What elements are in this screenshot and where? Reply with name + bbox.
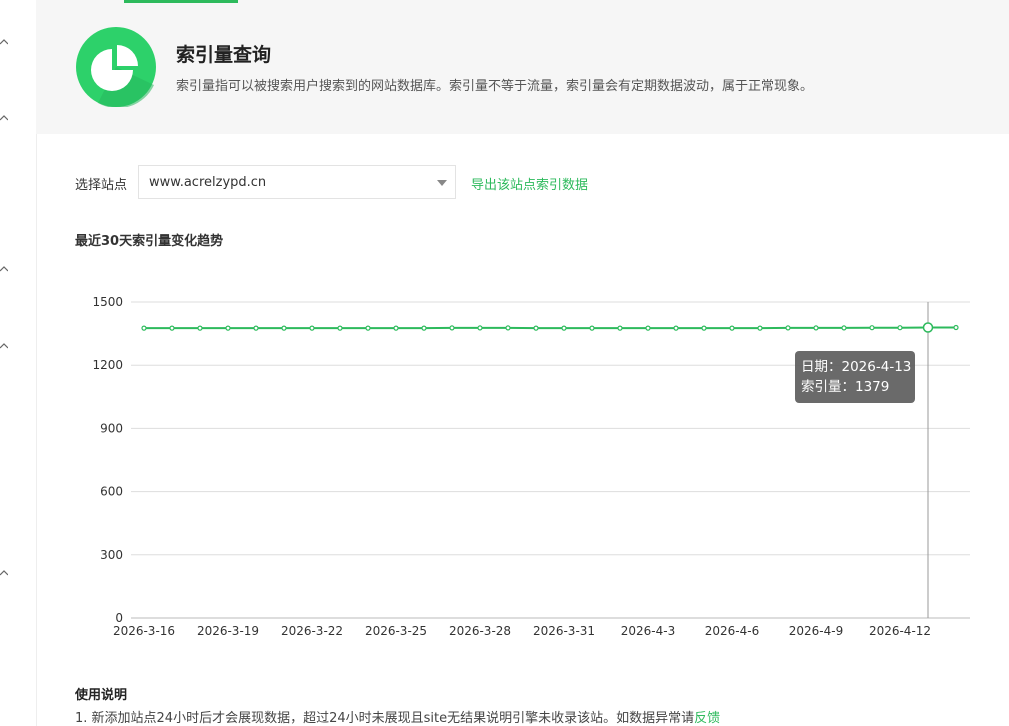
export-index-data-link[interactable]: 导出该站点索引数据 xyxy=(471,174,588,193)
usage-title: 使用说明 xyxy=(75,688,128,703)
data-point xyxy=(449,325,455,331)
data-point xyxy=(785,325,791,331)
chevron-up-icon[interactable] xyxy=(0,265,8,273)
y-tick-label: 300 xyxy=(100,548,123,562)
data-point xyxy=(253,325,259,331)
data-point xyxy=(953,324,959,331)
main-content: 索引量查询 索引量指可以被搜索用户搜索到的网站数据库。索引量不等于流量，索引量会… xyxy=(36,0,1009,726)
site-select[interactable]: www.acrelzypd.cn xyxy=(138,165,456,199)
data-point xyxy=(421,325,427,331)
y-tick-label: 900 xyxy=(100,421,123,435)
index-trend-chart: 0 300 600 900 1200 1500 2026-3-16 2026-3-19 2026… xyxy=(36,280,1009,650)
usage-note-1: 1. 新添加站点24小时后才会展现数据，超过24小时未展现且site无结果说明引… xyxy=(75,707,720,726)
data-point xyxy=(393,325,399,331)
x-tick-label: 2026-3-16 xyxy=(113,624,175,638)
data-point xyxy=(281,325,287,331)
chart-title: 最近30天索引量变化趋势 xyxy=(75,234,224,249)
data-point xyxy=(841,325,847,331)
left-sidebar xyxy=(0,0,37,726)
data-point xyxy=(617,325,623,331)
x-tick-label: 2026-3-19 xyxy=(197,624,259,638)
site-select-label: 选择站点 xyxy=(75,178,128,193)
chevron-up-icon[interactable] xyxy=(0,342,8,350)
x-tick-label: 2026-4-6 xyxy=(705,624,759,638)
tooltip-date: 日期：2026-4-13 xyxy=(801,359,912,375)
data-point xyxy=(673,325,679,331)
feedback-link[interactable]: 反馈 xyxy=(694,711,720,726)
data-point xyxy=(141,325,147,331)
data-point xyxy=(365,325,371,331)
x-tick-label: 2026-3-22 xyxy=(281,624,343,638)
dropdown-caret-icon xyxy=(437,180,447,186)
pie-chart-logo-icon xyxy=(76,27,156,109)
x-tick-label: 2026-4-3 xyxy=(621,624,675,638)
data-point xyxy=(701,325,707,331)
site-select-value: www.acrelzypd.cn xyxy=(149,175,267,190)
usage-note-1-text: 1. 新添加站点24小时后才会展现数据，超过24小时未展现且site无结果说明引… xyxy=(75,711,695,726)
chart-canvas[interactable]: 0 300 600 900 1200 1500 2026-3-16 2026-3-19 2026… xyxy=(36,280,1009,650)
y-tick-label: 0 xyxy=(115,611,123,625)
y-tick-label: 1200 xyxy=(92,358,123,372)
data-point xyxy=(645,325,651,331)
x-tick-label: 2026-3-31 xyxy=(533,624,595,638)
data-point xyxy=(169,325,175,331)
data-point xyxy=(729,325,735,331)
y-tick-label: 1500 xyxy=(92,295,123,309)
data-point xyxy=(225,325,231,331)
data-point xyxy=(897,325,903,331)
page-title: 索引量查询 xyxy=(176,44,272,66)
page-description: 索引量指可以被搜索用户搜索到的网站数据库。索引量不等于流量，索引量会有定期数据波… xyxy=(176,79,814,94)
data-point xyxy=(757,325,763,331)
data-point xyxy=(477,325,483,331)
data-point xyxy=(869,325,875,331)
data-point xyxy=(337,325,343,331)
data-point xyxy=(197,325,203,331)
chart-tooltip: 日期：2026-4-13 索引量：1379 xyxy=(795,351,915,403)
data-point xyxy=(505,325,511,331)
x-tick-label: 2026-4-12 xyxy=(869,624,931,638)
series-line xyxy=(144,326,956,330)
data-point xyxy=(589,325,595,331)
chevron-up-icon[interactable] xyxy=(0,38,8,46)
x-tick-label: 2026-4-9 xyxy=(789,624,843,638)
chevron-up-icon[interactable] xyxy=(0,569,8,577)
active-tab-indicator xyxy=(124,0,238,3)
page-header: 索引量查询 索引量指可以被搜索用户搜索到的网站数据库。索引量不等于流量，索引量会… xyxy=(36,0,1009,134)
data-point xyxy=(813,325,819,331)
data-point xyxy=(309,325,315,331)
tooltip-value: 索引量：1379 xyxy=(801,379,890,395)
data-point xyxy=(922,322,934,333)
data-point xyxy=(561,325,567,331)
chevron-up-icon[interactable] xyxy=(0,114,8,122)
data-point xyxy=(533,325,539,331)
x-tick-label: 2026-3-25 xyxy=(365,624,427,638)
x-tick-label: 2026-3-28 xyxy=(449,624,511,638)
y-tick-label: 600 xyxy=(100,485,123,499)
